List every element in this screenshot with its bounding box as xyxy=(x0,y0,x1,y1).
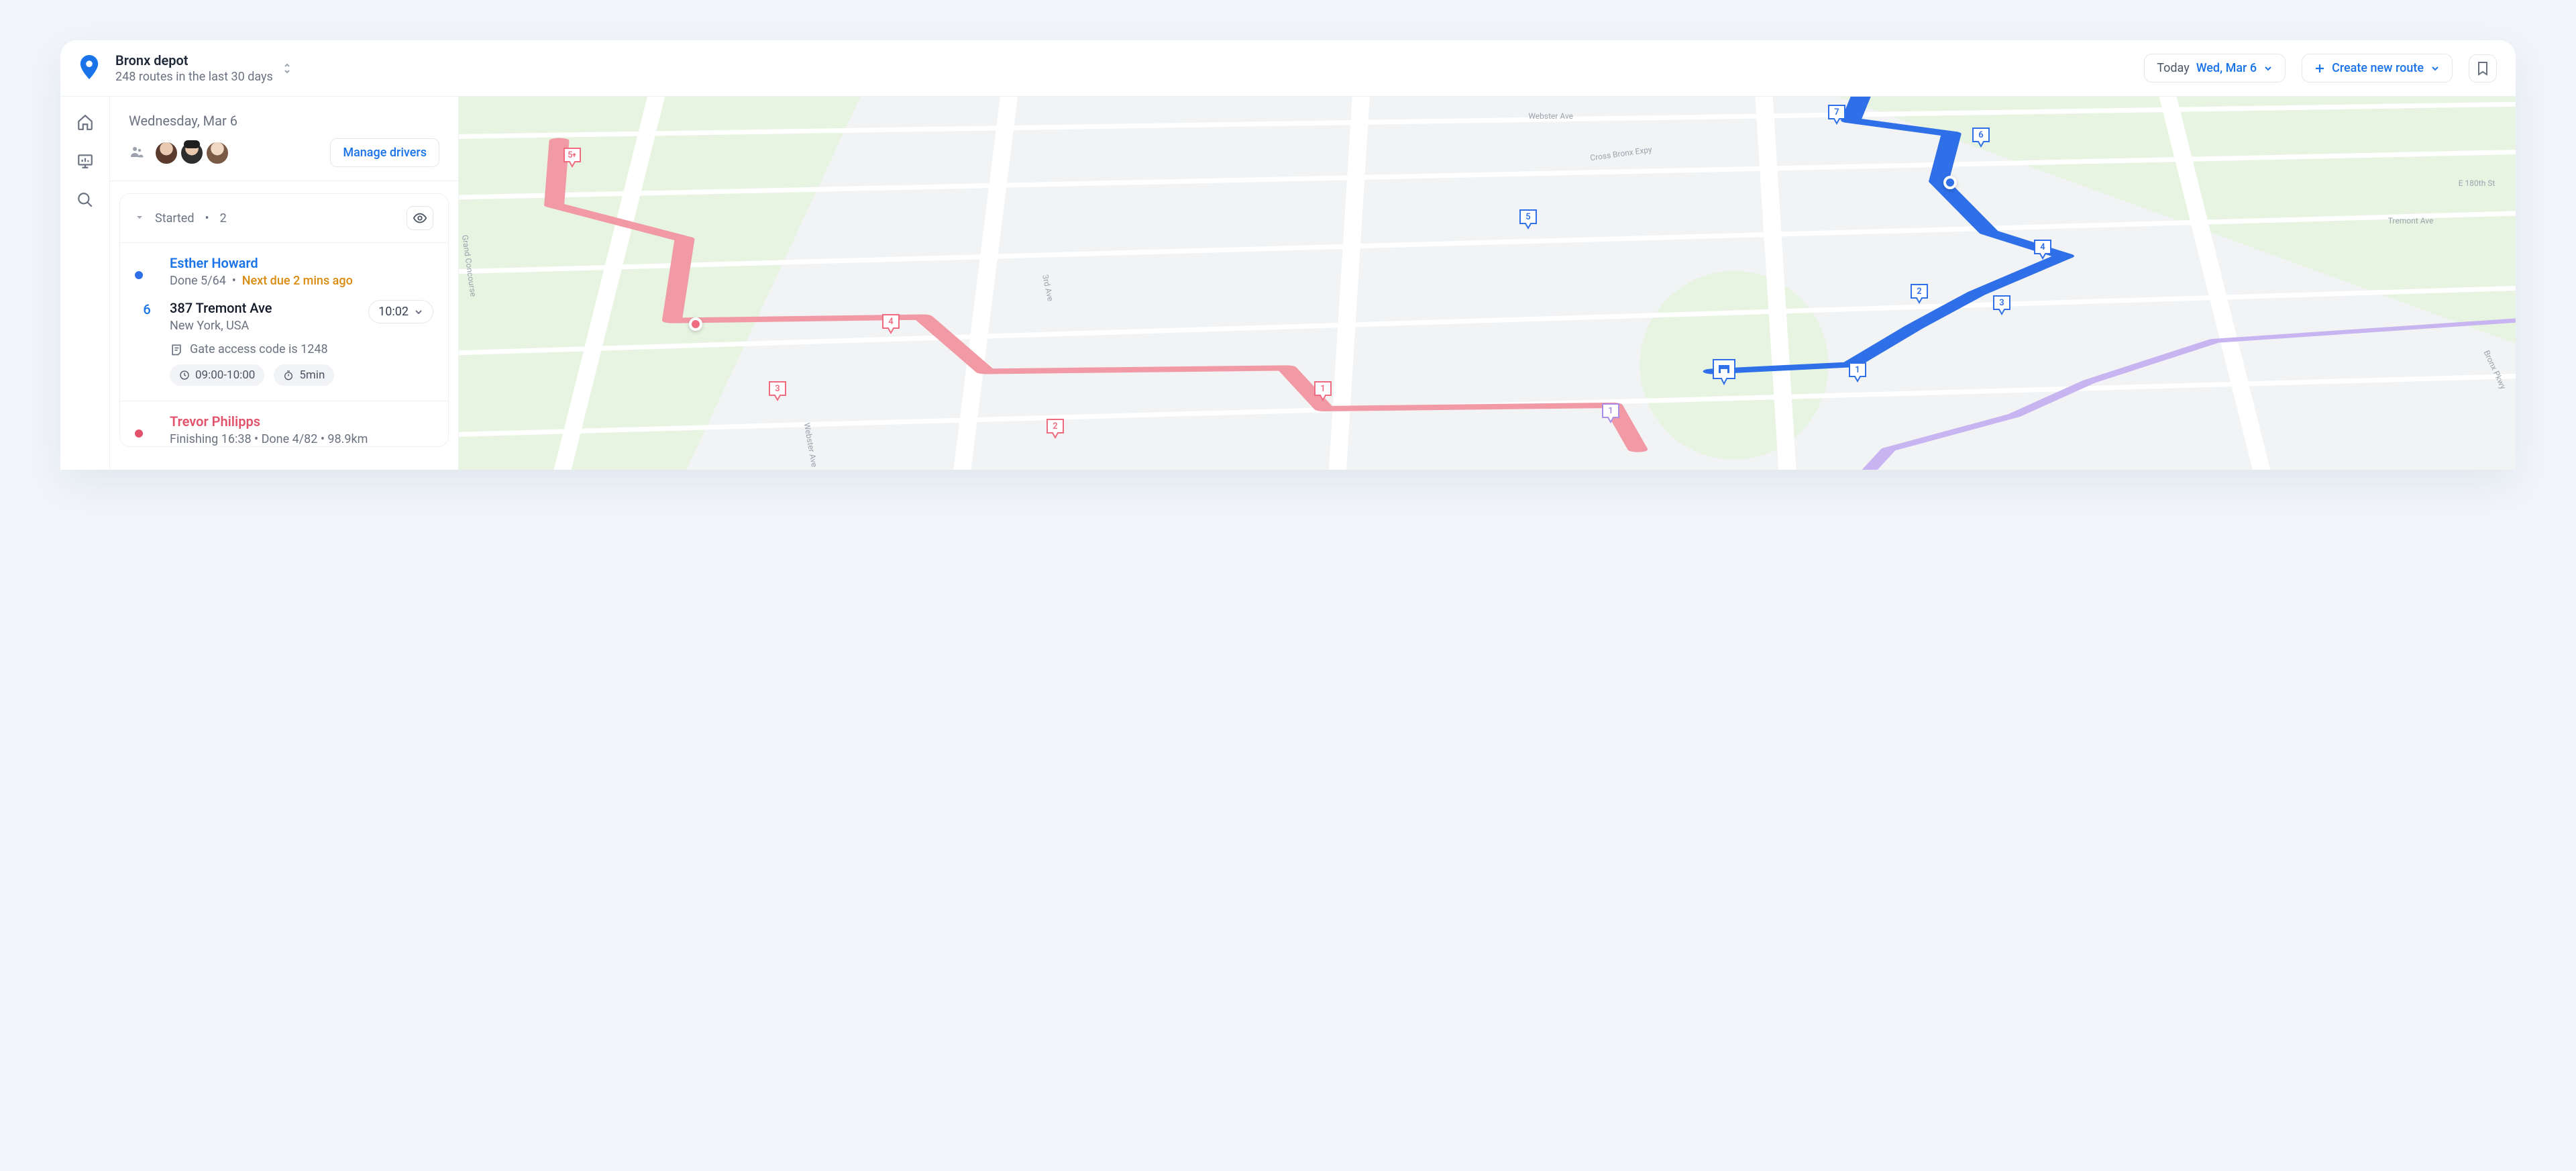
app-window: Bronx depot 248 routes in the last 30 da… xyxy=(60,40,2516,470)
svg-text:5: 5 xyxy=(568,150,572,160)
depot-pin[interactable] xyxy=(1711,357,1737,388)
group-count: 2 xyxy=(220,211,227,225)
svg-text:6: 6 xyxy=(1978,130,1983,140)
create-route-label: Create new route xyxy=(2332,61,2424,75)
group-title: Started xyxy=(155,211,195,225)
drivers-row: Manage drivers xyxy=(110,138,458,181)
driver-avatar-trevor xyxy=(135,413,159,438)
driver-avatar-2[interactable] xyxy=(180,141,204,165)
group-header[interactable]: Started • 2 xyxy=(120,194,448,243)
stop-address-line2: New York, USA xyxy=(170,319,358,333)
create-route-button[interactable]: Create new route xyxy=(2302,54,2453,83)
eta-chip[interactable]: 10:02 xyxy=(368,300,433,323)
stop-pin-blue[interactable]: 6 xyxy=(1971,126,1991,149)
svg-text:1: 1 xyxy=(1608,406,1613,416)
driver-subline: Finishing 16:38 • Done 4/82 • 98.9km xyxy=(170,432,368,446)
svg-text:1: 1 xyxy=(1320,384,1325,394)
driver-name: Esther Howard xyxy=(170,255,353,271)
stop-pin-purple[interactable]: 1 xyxy=(1601,402,1621,425)
driver-avatar-3[interactable] xyxy=(205,141,229,165)
duration-chip: 5min xyxy=(274,364,334,386)
driver-position-blue[interactable] xyxy=(1943,176,1957,189)
map-svg xyxy=(459,97,2516,470)
depot-name: Bronx depot xyxy=(115,52,273,68)
svg-text:3: 3 xyxy=(775,384,780,394)
updown-chevron-icon xyxy=(282,62,292,75)
svg-text:4: 4 xyxy=(888,317,894,327)
people-icon xyxy=(129,144,145,162)
app-logo-pin-icon xyxy=(79,55,99,82)
stop-pin-blue[interactable]: 7 xyxy=(1827,103,1847,126)
date-picker[interactable]: Today Wed, Mar 6 xyxy=(2144,54,2286,83)
street-label: Tremont Ave xyxy=(2388,216,2434,225)
street-label: Webster Ave xyxy=(1528,111,1573,121)
stop-pin-pink[interactable]: 3 xyxy=(767,380,788,403)
svg-text:7: 7 xyxy=(1835,107,1839,117)
stop-pin-blue[interactable]: 3 xyxy=(1992,294,2012,317)
note-icon xyxy=(170,343,183,356)
nav-rail xyxy=(60,97,110,470)
svg-text:2: 2 xyxy=(1917,287,1921,297)
stopwatch-icon xyxy=(283,370,294,380)
nav-search-icon[interactable] xyxy=(76,191,95,209)
driver-avatar-1[interactable] xyxy=(154,141,178,165)
driver-subline: Done 5/64 • Next due 2 mins ago xyxy=(170,274,353,288)
svg-text:5: 5 xyxy=(1526,212,1531,222)
stop-pin-blue[interactable]: 5 xyxy=(1518,208,1538,231)
svg-text:4: 4 xyxy=(2040,242,2045,252)
stop-pin-pink[interactable]: 1 xyxy=(1313,380,1333,403)
nav-home-icon[interactable] xyxy=(76,113,95,132)
date-value: Wed, Mar 6 xyxy=(2196,61,2257,75)
time-window-chip: 09:00-10:00 xyxy=(170,364,264,386)
panel-date-heading: Wednesday, Mar 6 xyxy=(110,97,458,138)
street-label: E 180th St xyxy=(2459,179,2496,188)
caret-down-icon xyxy=(135,211,144,225)
body: Wednesday, Mar 6 Manage drivers Started … xyxy=(60,96,2516,470)
manage-drivers-button[interactable]: Manage drivers xyxy=(330,138,439,167)
visibility-toggle-button[interactable] xyxy=(407,206,433,230)
svg-text:1: 1 xyxy=(1855,365,1860,375)
driver-name: Trevor Philipps xyxy=(170,413,368,429)
started-group-card: Started • 2 Esther Howard Done 5/64 xyxy=(119,193,449,447)
depot-subtitle: 248 routes in the last 30 days xyxy=(115,70,273,84)
topbar: Bronx depot 248 routes in the last 30 da… xyxy=(60,40,2516,96)
stop-pin-blue[interactable]: 4 xyxy=(2033,238,2053,261)
stop-chips: 09:00-10:00 5min xyxy=(170,364,433,386)
stop-pin-pink[interactable]: 4 xyxy=(881,313,901,336)
stop-pin-blue[interactable]: 2 xyxy=(1909,283,1929,305)
svg-text:3: 3 xyxy=(1999,298,2004,308)
stop-pin-pink[interactable]: 2 xyxy=(1045,417,1065,440)
stop-number: 6 xyxy=(135,300,159,317)
clock-icon xyxy=(179,370,190,380)
nav-presentation-icon[interactable] xyxy=(76,152,95,170)
stop-pin-blue[interactable]: 1 xyxy=(1847,361,1868,384)
date-prefix: Today xyxy=(2157,61,2189,75)
stop-pin-pink[interactable]: 5 xyxy=(562,146,582,169)
driver-card-esther[interactable]: Esther Howard Done 5/64 • Next due 2 min… xyxy=(120,243,448,401)
stop-note: Gate access code is 1248 xyxy=(170,342,433,356)
depot-selector[interactable]: Bronx depot 248 routes in the last 30 da… xyxy=(115,52,292,84)
svg-text:2: 2 xyxy=(1053,421,1057,431)
side-panel: Wednesday, Mar 6 Manage drivers Started … xyxy=(110,97,459,470)
driver-card-trevor[interactable]: Trevor Philipps Finishing 16:38 • Done 4… xyxy=(120,401,448,446)
bookmark-button[interactable] xyxy=(2469,54,2497,83)
stop-address-line1: 387 Tremont Ave xyxy=(170,300,358,316)
driver-position-pink[interactable] xyxy=(689,317,702,331)
map[interactable]: Webster Ave Cross Bronx Expy E 180th St … xyxy=(459,97,2516,470)
current-stop-row: 6 387 Tremont Ave New York, USA 10:02 xyxy=(135,300,433,333)
driver-avatar-esther xyxy=(135,255,159,279)
